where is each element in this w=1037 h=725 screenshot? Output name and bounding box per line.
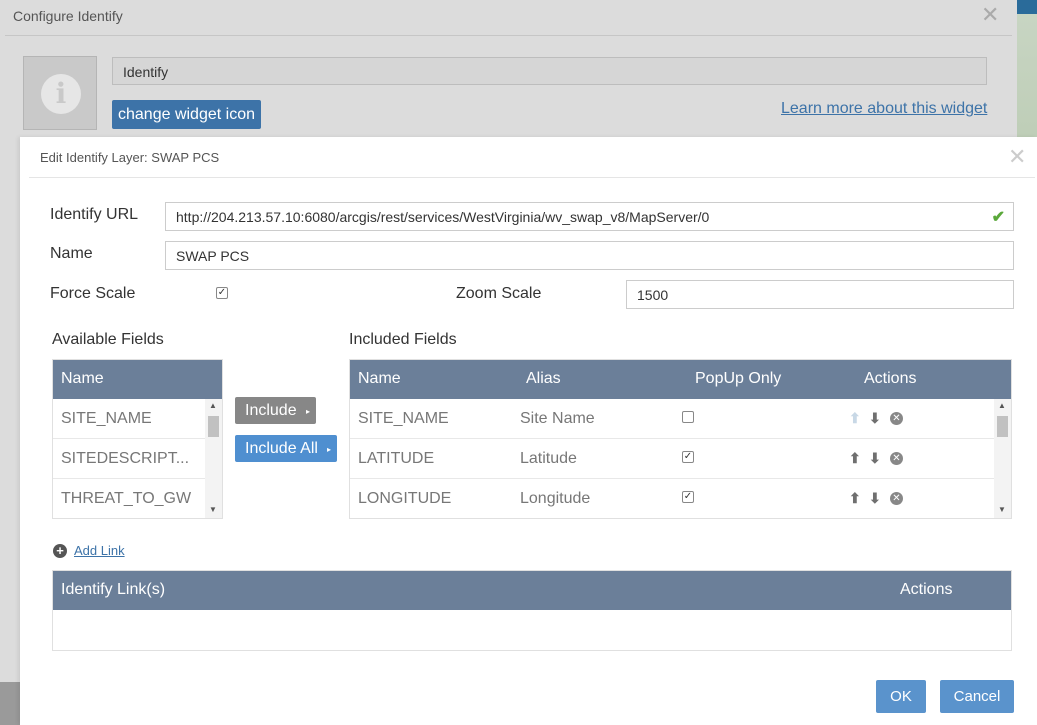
- included-name-header: Name: [358, 370, 401, 387]
- included-popup-header: PopUp Only: [695, 370, 782, 387]
- cancel-button[interactable]: Cancel: [940, 680, 1014, 713]
- caret-right-icon: ▸: [326, 445, 331, 454]
- move-up-icon[interactable]: ⬆: [849, 451, 861, 465]
- include-all-button[interactable]: Include All ▸: [235, 435, 337, 462]
- name-label: Name: [50, 245, 93, 262]
- name-field[interactable]: SWAP PCS: [165, 241, 1014, 270]
- included-alias-header: Alias: [526, 370, 561, 387]
- identify-url-label: Identify URL: [50, 206, 139, 223]
- identify-links-title: Identify Link(s): [61, 581, 166, 598]
- force-scale-label: Force Scale: [50, 285, 136, 302]
- list-item[interactable]: SITE_NAME: [53, 399, 205, 439]
- zoom-scale-field[interactable]: 1500: [626, 280, 1014, 309]
- identify-links-header: Identify Link(s) Actions: [53, 571, 1011, 610]
- field-alias-cell[interactable]: Latitude: [520, 450, 577, 468]
- included-fields-title: Included Fields: [349, 331, 457, 348]
- checkmark-icon: ✔: [991, 209, 1005, 226]
- remove-icon[interactable]: ✕: [890, 452, 903, 465]
- change-widget-icon-button[interactable]: change widget icon: [112, 100, 261, 129]
- add-link-link[interactable]: Add Link: [74, 543, 125, 558]
- available-fields-scrollbar[interactable]: ▲ ▼: [205, 399, 222, 518]
- scroll-thumb[interactable]: [997, 416, 1008, 437]
- move-down-icon[interactable]: ⬇: [869, 411, 881, 425]
- move-up-icon: ⬆: [849, 410, 861, 426]
- move-down-icon[interactable]: ⬇: [869, 451, 881, 465]
- included-actions-header: Actions: [864, 370, 917, 387]
- list-item[interactable]: SITEDESCRIPT...: [53, 439, 205, 479]
- add-link-icon[interactable]: +: [53, 544, 67, 558]
- table-row[interactable]: SITE_NAME Site Name ⬆ ⬇ ✕: [350, 399, 994, 439]
- outer-dialog-title: Configure Identify: [13, 8, 123, 24]
- identify-url-value: http://204.213.57.10:6080/arcgis/rest/se…: [176, 209, 710, 225]
- field-name-cell: SITE_NAME: [358, 410, 449, 427]
- edit-identify-layer-dialog: Edit Identify Layer: SWAP PCS ✕ Identify…: [20, 137, 1037, 725]
- include-button[interactable]: Include ▸: [235, 397, 316, 424]
- popup-only-checkbox[interactable]: ✓: [682, 451, 694, 463]
- popup-only-checkbox[interactable]: ✓: [682, 491, 694, 503]
- list-item[interactable]: THREAT_TO_GW: [53, 479, 205, 519]
- inner-divider: [29, 177, 1035, 178]
- move-up-icon[interactable]: ⬆: [849, 491, 861, 505]
- available-fields-title: Available Fields: [52, 331, 164, 348]
- field-name-cell: LONGITUDE: [358, 490, 452, 507]
- table-row[interactable]: LONGITUDE Longitude ✓ ⬆ ⬇ ✕: [350, 479, 994, 519]
- zoom-scale-label: Zoom Scale: [456, 285, 542, 302]
- force-scale-checkbox[interactable]: ✓: [216, 287, 228, 299]
- outer-divider: [5, 35, 1012, 36]
- ok-button[interactable]: OK: [876, 680, 926, 713]
- field-alias-cell[interactable]: Site Name: [520, 410, 595, 428]
- inner-close-icon[interactable]: ✕: [1008, 146, 1026, 168]
- scroll-down-icon[interactable]: ▼: [209, 505, 217, 514]
- included-fields-header: Name Alias PopUp Only Actions: [350, 360, 1011, 399]
- remove-icon[interactable]: ✕: [890, 412, 903, 425]
- scroll-up-icon[interactable]: ▲: [998, 401, 1006, 410]
- field-alias-cell[interactable]: Longitude: [520, 490, 590, 508]
- table-row[interactable]: LATITUDE Latitude ✓ ⬆ ⬇ ✕: [350, 439, 994, 479]
- move-down-icon[interactable]: ⬇: [869, 491, 881, 505]
- outer-close-icon[interactable]: ✕: [981, 4, 999, 26]
- available-fields-header: Name: [53, 360, 222, 399]
- inner-dialog-title: Edit Identify Layer: SWAP PCS: [40, 150, 220, 165]
- learn-more-link[interactable]: Learn more about this widget: [781, 100, 987, 118]
- scroll-thumb[interactable]: [208, 416, 219, 437]
- scroll-down-icon[interactable]: ▼: [998, 505, 1006, 514]
- field-name-cell: LATITUDE: [358, 450, 435, 467]
- included-fields-scrollbar[interactable]: ▲ ▼: [994, 399, 1011, 518]
- widget-icon-box: i: [23, 56, 97, 130]
- map-water: [1017, 0, 1037, 14]
- popup-only-checkbox[interactable]: [682, 411, 694, 423]
- identify-links-actions-header: Actions: [900, 581, 953, 598]
- available-name-header: Name: [61, 370, 104, 387]
- info-icon: i: [41, 74, 81, 114]
- available-fields-grid: Name SITE_NAME SITEDESCRIPT... THREAT_TO…: [52, 359, 223, 519]
- identify-links-grid: Identify Link(s) Actions: [52, 570, 1012, 651]
- identify-url-field[interactable]: http://204.213.57.10:6080/arcgis/rest/se…: [165, 202, 1014, 231]
- included-fields-grid: Name Alias PopUp Only Actions SITE_NAME …: [349, 359, 1012, 519]
- scroll-up-icon[interactable]: ▲: [209, 401, 217, 410]
- caret-right-icon: ▸: [305, 407, 310, 416]
- outer-footer-strip: [0, 682, 22, 725]
- widget-name-field[interactable]: Identify: [112, 57, 987, 85]
- remove-icon[interactable]: ✕: [890, 492, 903, 505]
